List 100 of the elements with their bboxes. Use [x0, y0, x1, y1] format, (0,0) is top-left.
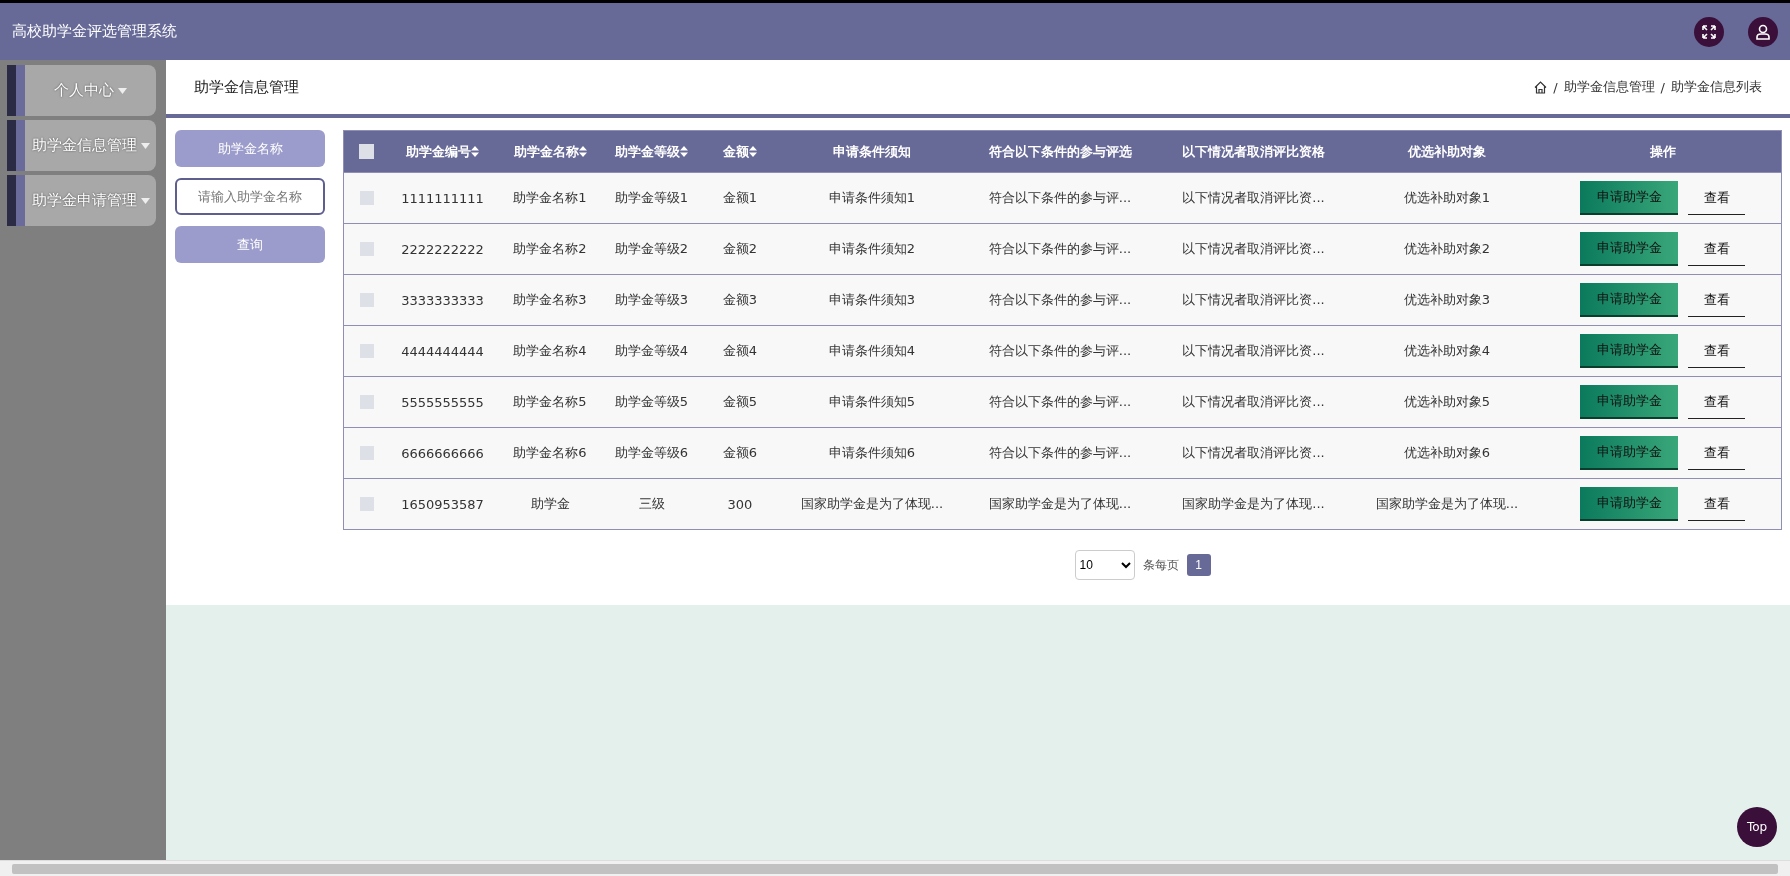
table-cell-text: 金额3: [721, 291, 759, 309]
table-cell-text: 符合以下条件的参与评...: [987, 444, 1133, 462]
table-cell-text: 符合以下条件的参与评...: [987, 393, 1133, 411]
table-cell-text: 申请条件须知3: [827, 291, 917, 309]
table-cell-text: 4444444444: [400, 343, 485, 359]
view-button[interactable]: 查看: [1688, 181, 1745, 215]
table-cell-text: 三级: [637, 495, 666, 513]
table-cell-text: 以下情况者取消评比资...: [1181, 240, 1326, 258]
table-cell-text: 符合以下条件的参与评...: [987, 240, 1133, 258]
column-header[interactable]: 助学金等级: [615, 142, 680, 161]
caret-icon: [118, 87, 127, 94]
table-cell-text: 优选补助对象3: [1402, 291, 1492, 309]
page-button[interactable]: 1: [1186, 554, 1211, 576]
row-checkbox[interactable]: [359, 293, 374, 307]
breadcrumb-separator: /: [1660, 79, 1665, 95]
column-header: 操作: [1649, 142, 1676, 161]
view-button[interactable]: 查看: [1688, 487, 1745, 521]
table-cell-text: 符合以下条件的参与评...: [987, 342, 1133, 360]
table-cell-text: 申请条件须知6: [827, 444, 917, 462]
row-checkbox[interactable]: [359, 344, 374, 358]
user-icon[interactable]: [1748, 16, 1778, 47]
table-cell-text: 以下情况者取消评比资...: [1181, 393, 1326, 411]
table-cell-text: 以下情况者取消评比资...: [1181, 444, 1326, 462]
row-checkbox[interactable]: [359, 395, 374, 409]
sort-icon[interactable]: [749, 146, 757, 157]
column-header: 优选补助对象: [1408, 142, 1486, 161]
apply-button[interactable]: 申请助学金: [1580, 436, 1678, 470]
table-cell-text: 助学金等级6: [613, 444, 690, 462]
table-cell-text: 助学金等级1: [613, 189, 690, 207]
table-cell-text: 以下情况者取消评比资...: [1181, 342, 1326, 360]
table-cell-text: 优选补助对象4: [1402, 342, 1492, 360]
row-checkbox[interactable]: [359, 497, 374, 511]
apply-button[interactable]: 申请助学金: [1580, 385, 1678, 419]
table-cell-text: 助学金名称6: [512, 444, 588, 462]
sort-icon[interactable]: [680, 146, 688, 157]
view-button[interactable]: 查看: [1688, 334, 1745, 368]
apply-button[interactable]: 申请助学金: [1580, 487, 1678, 521]
breadcrumb-separator: /: [1553, 79, 1558, 95]
search-field[interactable]: 请输入助学金名称: [175, 178, 325, 215]
scrollbar[interactable]: [0, 860, 1790, 876]
home-icon[interactable]: [1534, 80, 1548, 94]
caret-icon: [140, 142, 150, 149]
app-title: 高校助学金评选管理系统: [12, 22, 178, 41]
caret-icon: [140, 197, 150, 204]
table-cell-text: 国家助学金是为了体现...: [1374, 495, 1520, 513]
table-cell-text: 优选补助对象2: [1402, 240, 1492, 258]
column-header: 以下情况者取消评比资格: [1182, 142, 1325, 161]
table-cell-text: 助学金名称4: [512, 342, 588, 360]
view-button[interactable]: 查看: [1688, 436, 1745, 470]
back-to-top-button[interactable]: Top: [1737, 807, 1777, 847]
table-cell-text: 助学金名称1: [512, 189, 588, 207]
column-header[interactable]: 助学金名称: [513, 142, 579, 161]
fullscreen-icon[interactable]: [1694, 16, 1724, 47]
table-cell-text: 优选补助对象6: [1402, 444, 1492, 462]
table-cell-text: 以下情况者取消评比资...: [1181, 291, 1326, 309]
apply-button[interactable]: 申请助学金: [1580, 283, 1678, 317]
table-cell-text: 符合以下条件的参与评...: [987, 291, 1133, 309]
row-checkbox[interactable]: [359, 242, 374, 256]
table-cell-text: 金额2: [721, 240, 759, 258]
column-header: 申请条件须知: [833, 142, 911, 161]
table-cell-text: 助学金等级2: [613, 240, 690, 258]
table-cell-text: 优选补助对象5: [1402, 393, 1492, 411]
table-cell-text: 2222222222: [400, 241, 485, 257]
table-cell-text: 1650953587: [400, 496, 485, 512]
view-button[interactable]: 查看: [1688, 283, 1745, 317]
view-button[interactable]: 查看: [1688, 232, 1745, 266]
table-cell-text: 助学金名称3: [512, 291, 588, 309]
column-header[interactable]: 金额: [723, 142, 749, 161]
sort-icon[interactable]: [471, 146, 479, 157]
table-cell-text: 助学金: [529, 495, 571, 513]
table-cell-text: 优选补助对象1: [1402, 189, 1492, 207]
row-checkbox[interactable]: [359, 446, 374, 460]
page-size-select[interactable]: 10: [1074, 550, 1135, 580]
table-cell-text: 金额5: [721, 393, 759, 411]
column-header: 符合以下条件的参与评选: [988, 142, 1132, 161]
table-cell-text: 以下情况者取消评比资...: [1181, 189, 1326, 207]
table-cell-text: 金额1: [721, 189, 759, 207]
table-cell-text: 金额4: [721, 342, 759, 360]
row-checkbox[interactable]: [359, 191, 374, 205]
page-size-label: 条每页: [1142, 556, 1179, 574]
breadcrumb-link[interactable]: 助学金信息列表: [1671, 78, 1762, 96]
table-cell-text: 申请条件须知1: [827, 189, 917, 207]
table-cell-text: 申请条件须知2: [827, 240, 917, 258]
apply-button[interactable]: 申请助学金: [1580, 181, 1678, 215]
select-all-checkbox[interactable]: [359, 144, 374, 159]
sort-icon[interactable]: [578, 146, 587, 157]
table-cell-text: 助学金等级4: [613, 342, 690, 360]
table-cell-text: 申请条件须知5: [827, 393, 917, 411]
search-button[interactable]: 查询: [175, 226, 325, 263]
apply-button[interactable]: 申请助学金: [1580, 334, 1678, 368]
breadcrumb-link[interactable]: 助学金信息管理: [1563, 78, 1655, 96]
apply-button[interactable]: 申请助学金: [1580, 232, 1678, 266]
table-cell-text: 金额6: [721, 444, 759, 462]
table-cell-text: 助学金等级5: [613, 393, 690, 411]
column-header[interactable]: 助学金编号: [406, 142, 471, 161]
search-label: 助学金名称: [175, 130, 325, 167]
table-cell-text: 符合以下条件的参与评...: [987, 189, 1133, 207]
table-cell-text: 国家助学金是为了体现...: [799, 495, 945, 513]
table-cell-text: 国家助学金是为了体现...: [987, 495, 1133, 513]
view-button[interactable]: 查看: [1688, 385, 1745, 419]
